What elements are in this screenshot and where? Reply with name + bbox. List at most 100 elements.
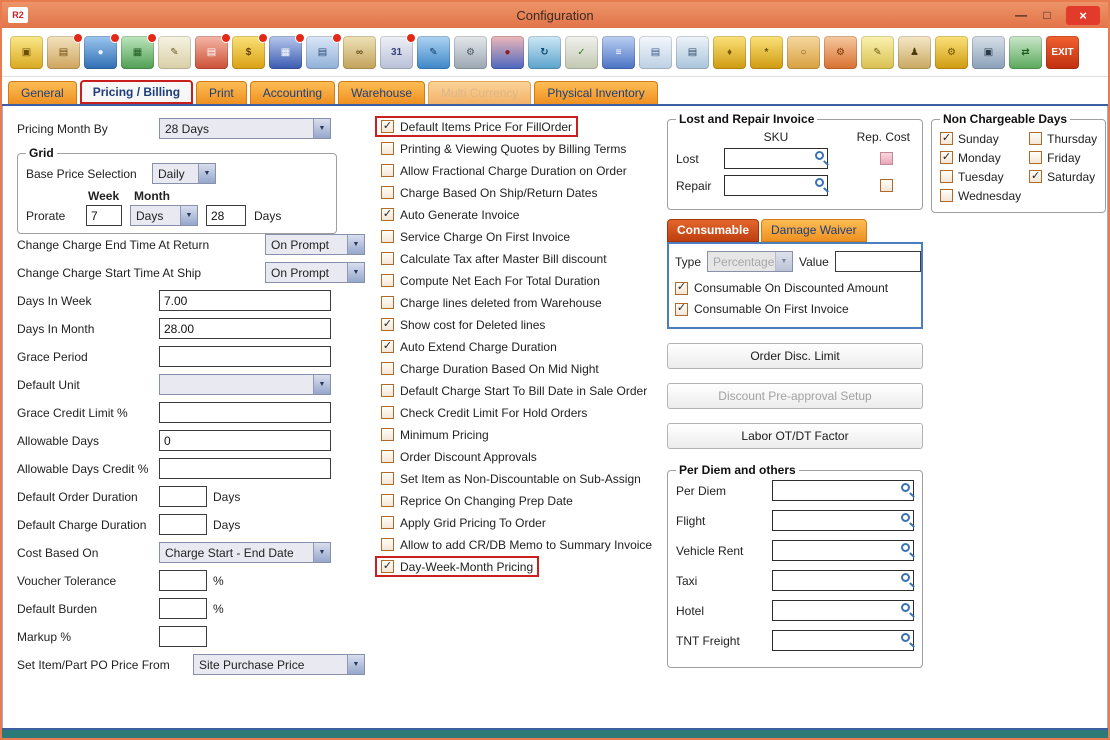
text-input[interactable] [159, 402, 331, 423]
toolbar-icon[interactable]: ✎ [158, 36, 191, 69]
toolbar-icon[interactable]: ○ [787, 36, 820, 69]
chevron-down-icon[interactable] [347, 235, 364, 254]
checkbox[interactable] [675, 282, 688, 295]
text-input[interactable] [159, 598, 207, 619]
text-input[interactable] [159, 486, 207, 507]
search-icon[interactable] [901, 573, 910, 582]
text-input[interactable] [159, 318, 331, 339]
toolbar-icon[interactable]: ✓ [565, 36, 598, 69]
checkbox[interactable] [381, 560, 394, 573]
day-option[interactable]: Saturday [1029, 167, 1097, 186]
lost-rep-cost-icon[interactable] [880, 152, 893, 165]
toolbar-icon[interactable]: ▤ [47, 36, 80, 69]
checkbox[interactable] [381, 362, 394, 375]
option-row[interactable]: Default Charge Start To Bill Date in Sal… [375, 380, 653, 401]
checkbox[interactable] [381, 428, 394, 441]
option-row[interactable]: Apply Grid Pricing To Order [375, 512, 552, 533]
lookup-input[interactable] [772, 600, 914, 621]
checkbox[interactable] [675, 303, 688, 316]
consumable-value-input[interactable] [835, 251, 921, 272]
toolbar-icon[interactable]: ⚙ [454, 36, 487, 69]
option-row[interactable]: Charge lines deleted from Warehouse [375, 292, 608, 313]
dropdown[interactable]: Charge Start - End Date [159, 542, 331, 563]
option-row[interactable]: Show cost for Deleted lines [375, 314, 551, 335]
lookup-input[interactable] [772, 570, 914, 591]
lost-sku-input[interactable] [724, 148, 828, 169]
checkbox[interactable] [381, 384, 394, 397]
toolbar-icon[interactable]: ▤ [676, 36, 709, 69]
day-option[interactable]: Sunday [940, 129, 1021, 148]
option-row[interactable]: Printing & Viewing Quotes by Billing Ter… [375, 138, 632, 159]
checkbox[interactable] [381, 252, 394, 265]
pricing-month-by-dropdown[interactable]: 28 Days [159, 118, 331, 139]
lookup-input[interactable] [772, 510, 914, 531]
search-icon[interactable] [901, 513, 910, 522]
search-icon[interactable] [815, 151, 824, 160]
toolbar-icon[interactable]: ⚙ [935, 36, 968, 69]
dropdown[interactable]: On Prompt [265, 262, 365, 283]
restore-button[interactable]: □ [1040, 8, 1054, 22]
toolbar-icon[interactable]: ✎ [861, 36, 894, 69]
option-row[interactable]: Auto Extend Charge Duration [375, 336, 563, 357]
dropdown[interactable] [159, 374, 331, 395]
checkbox[interactable] [381, 494, 394, 507]
action-button[interactable]: Order Disc. Limit [667, 343, 923, 369]
day-option[interactable]: Wednesday [940, 186, 1021, 205]
search-icon[interactable] [901, 633, 910, 642]
main-tab[interactable]: Accounting [250, 81, 335, 104]
prorate-week-input[interactable] [86, 205, 122, 226]
consumable-tab[interactable]: Damage Waiver [761, 219, 867, 242]
option-row[interactable]: Day-Week-Month Pricing [375, 556, 539, 577]
repair-sku-input[interactable] [724, 175, 828, 196]
consumable-tab[interactable]: Consumable [667, 219, 759, 242]
option-row[interactable]: Order Discount Approvals [375, 446, 543, 467]
main-tab[interactable]: Warehouse [338, 81, 425, 104]
option-row[interactable]: Auto Generate Invoice [375, 204, 525, 225]
toolbar-icon[interactable]: ∞ [343, 36, 376, 69]
search-icon[interactable] [901, 603, 910, 612]
text-input[interactable] [159, 430, 331, 451]
toolbar-icon[interactable]: ▦ [269, 36, 302, 69]
toolbar-icon[interactable]: 31 [380, 36, 413, 69]
option-row[interactable]: Calculate Tax after Master Bill discount [375, 248, 613, 269]
close-button[interactable]: × [1066, 6, 1100, 25]
checkbox[interactable] [381, 142, 394, 155]
text-input[interactable] [159, 290, 331, 311]
lookup-input[interactable] [772, 480, 914, 501]
base-price-selection-dropdown[interactable]: Daily [152, 163, 216, 184]
main-tab[interactable]: Pricing / Billing [80, 80, 193, 104]
option-row[interactable]: Check Credit Limit For Hold Orders [375, 402, 593, 423]
checkbox[interactable] [381, 274, 394, 287]
action-button[interactable]: Discount Pre-approval Setup [667, 383, 923, 409]
prorate-month-input[interactable] [206, 205, 246, 226]
chevron-down-icon[interactable] [313, 119, 330, 138]
checkbox[interactable] [381, 516, 394, 529]
dropdown[interactable]: On Prompt [265, 234, 365, 255]
toolbar-icon[interactable]: ▤ [306, 36, 339, 69]
option-row[interactable]: Service Charge On First Invoice [375, 226, 576, 247]
checkbox[interactable] [1029, 170, 1042, 183]
toolbar-icon[interactable]: ♟ [898, 36, 931, 69]
text-input[interactable] [159, 570, 207, 591]
checkbox[interactable] [940, 189, 953, 202]
toolbar-icon[interactable]: ● [491, 36, 524, 69]
option-row[interactable]: Allow Fractional Charge Duration on Orde… [375, 160, 633, 181]
day-option[interactable]: Friday [1029, 148, 1097, 167]
checkbox[interactable] [940, 151, 953, 164]
main-tab[interactable]: General [8, 81, 77, 104]
chevron-down-icon[interactable] [347, 655, 364, 674]
day-option[interactable]: Tuesday [940, 167, 1021, 186]
minimize-button[interactable]: — [1014, 8, 1028, 22]
toolbar-icon[interactable]: ▦ [121, 36, 154, 69]
toolbar-icon[interactable]: ♦ [713, 36, 746, 69]
chevron-down-icon[interactable] [313, 543, 330, 562]
checkbox[interactable] [381, 208, 394, 221]
toolbar-icon[interactable]: ↻ [528, 36, 561, 69]
checkbox[interactable] [381, 186, 394, 199]
text-input[interactable] [159, 346, 331, 367]
repair-rep-cost-checkbox[interactable] [880, 179, 893, 192]
checkbox[interactable] [381, 164, 394, 177]
checkbox[interactable] [381, 318, 394, 331]
lookup-input[interactable] [772, 630, 914, 651]
checkbox[interactable] [381, 472, 394, 485]
